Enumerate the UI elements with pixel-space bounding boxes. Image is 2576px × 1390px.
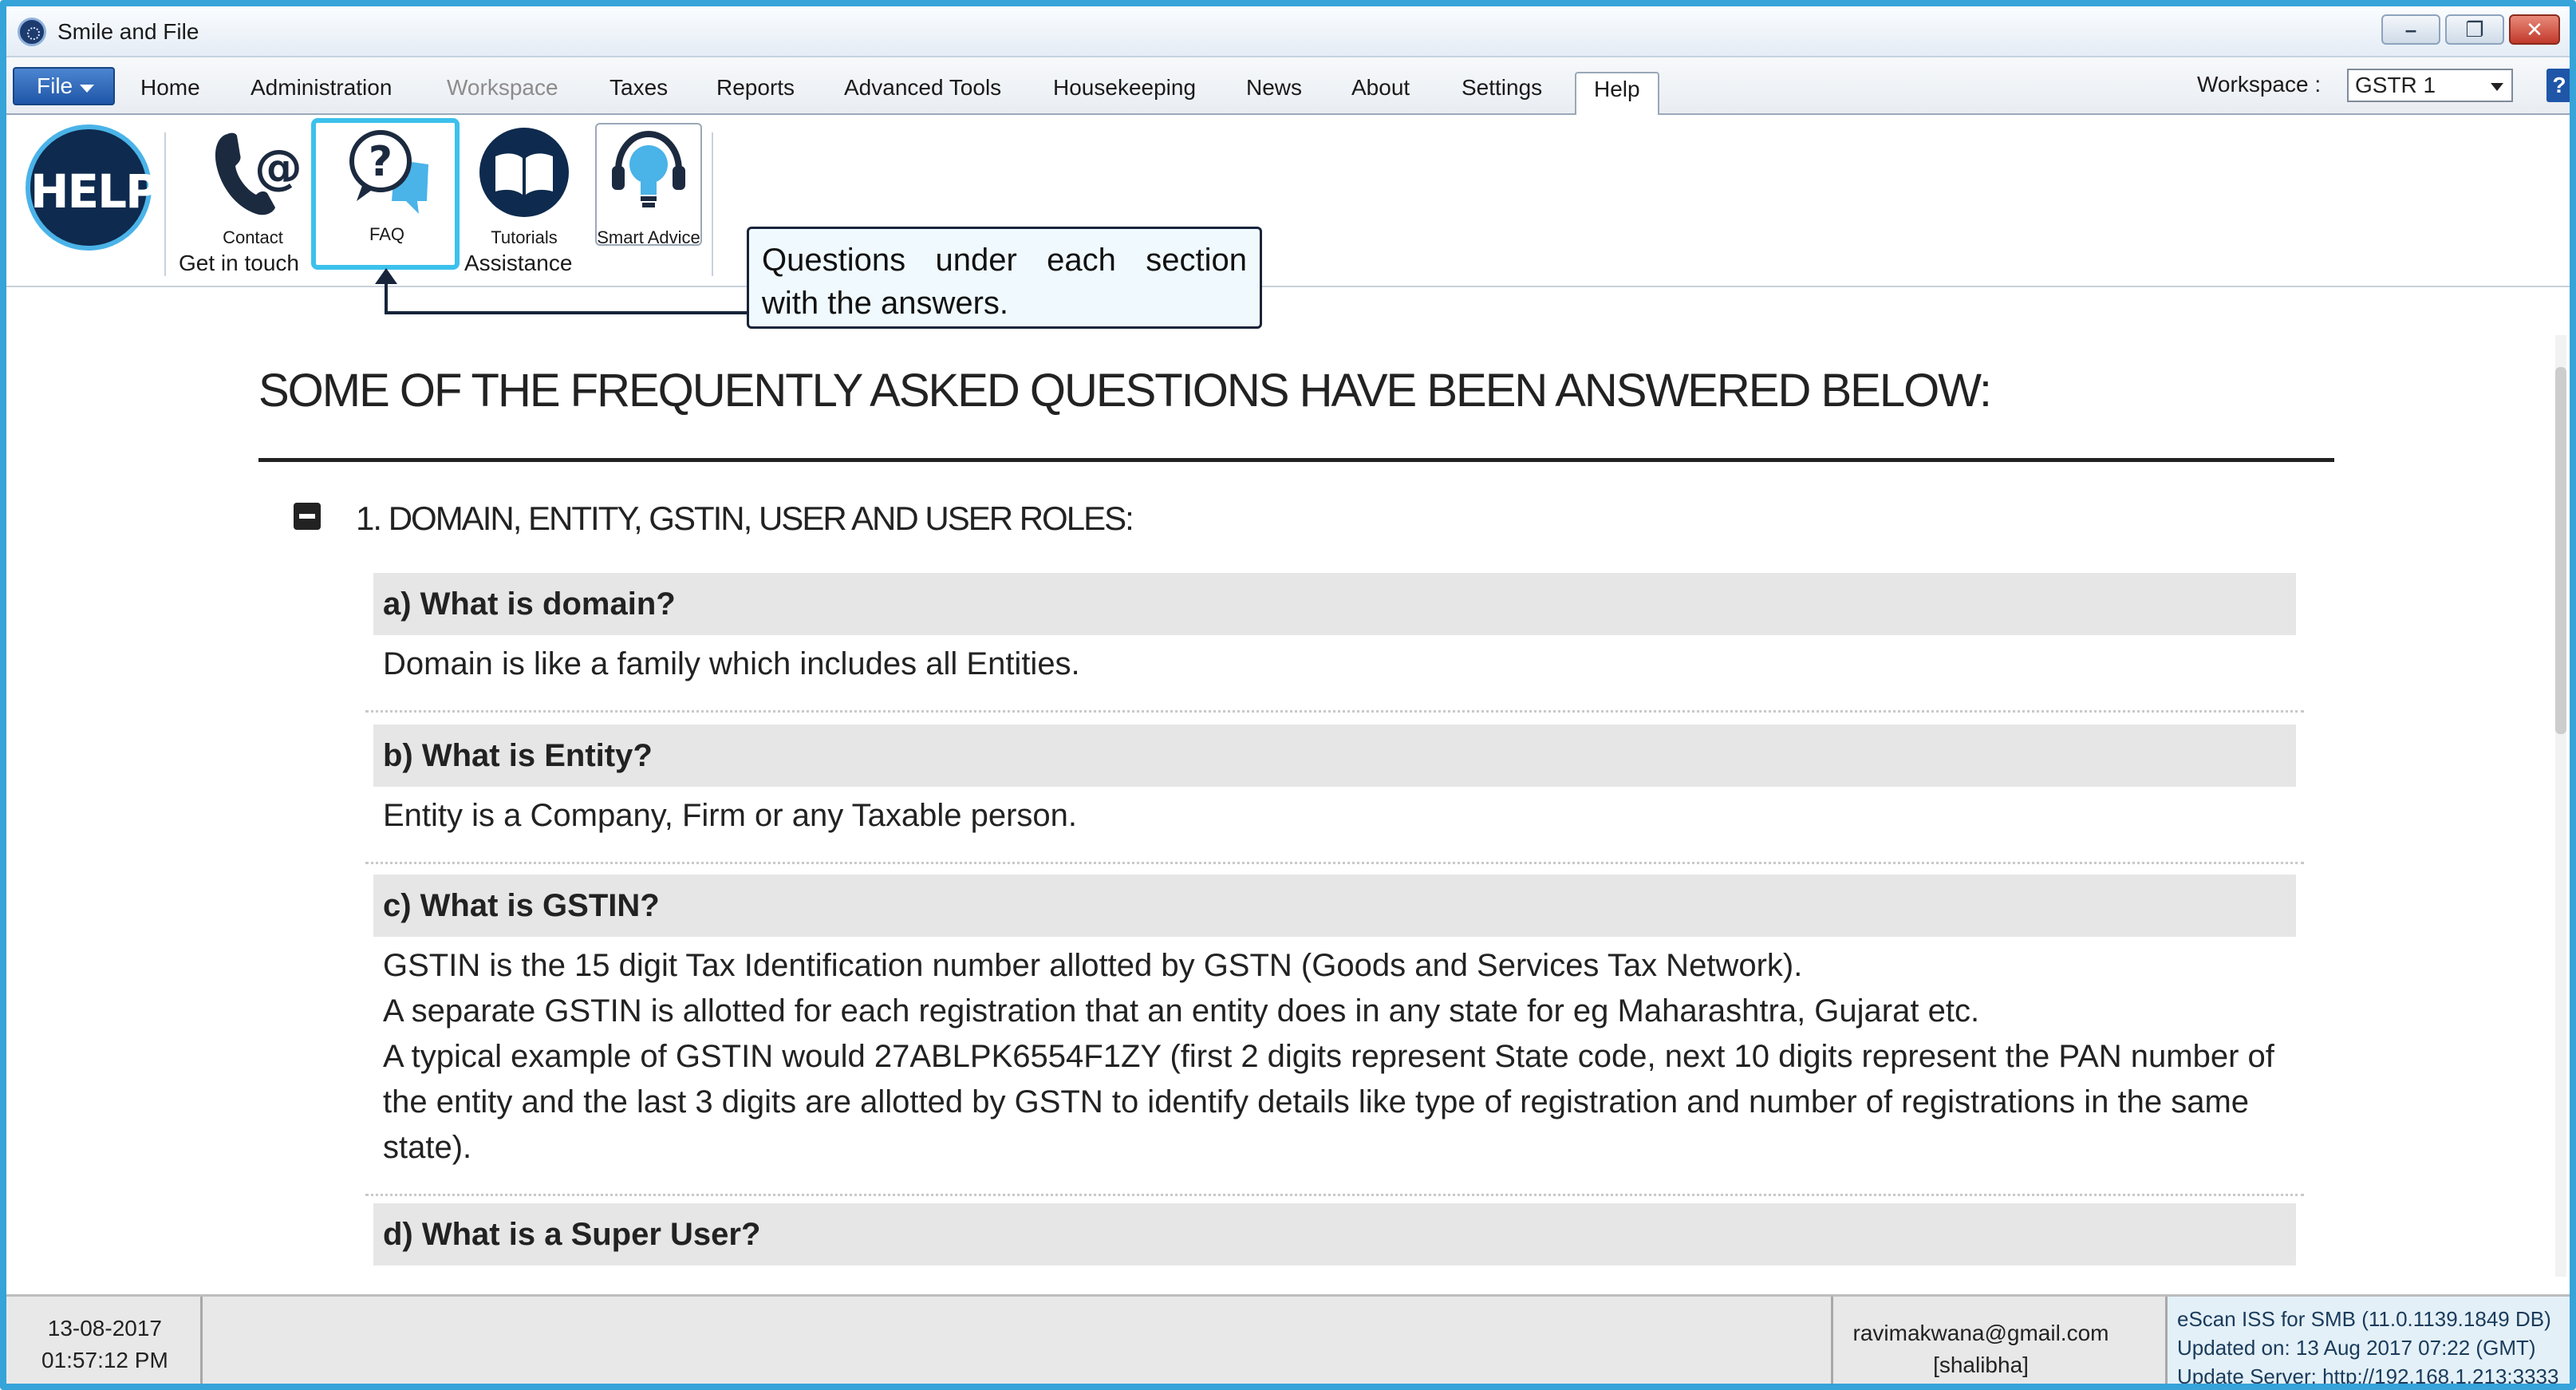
escan-server: Update Server: http://192.168.1.213:3333 [2177,1364,2559,1388]
faq-divider [365,862,2304,864]
smart-advice-tool-button[interactable]: Smart Advice [595,124,702,248]
status-time: 01:57:12 PM [41,1348,168,1372]
page-title: SOME OF THE FREQUENTLY ASKED QUESTIONS H… [258,365,1992,417]
callout-line-2: with the answers. [762,286,1009,321]
status-datetime-cell: 13-08-2017 01:57:12 PM [6,1297,203,1384]
chevron-down-icon [80,85,94,93]
status-escan-info: eScan ISS for SMB (11.0.1139.1849 DB) Up… [2165,1297,2570,1388]
workspace-select[interactable]: GSTR 1 [2347,69,2513,102]
status-date: 13-08-2017 [47,1316,162,1341]
close-icon: ✕ [2526,18,2543,41]
faq-content: SOME OF THE FREQUENTLY ASKED QUESTIONS H… [6,287,2570,1294]
menu-settings[interactable]: Settings [1462,75,1542,101]
faq-answer: GSTIN is the 15 digit Tax Identification… [373,937,2296,1171]
phone-at-icon: @ [215,132,302,215]
menu-bar: File Home Administration Workspace Taxes… [6,57,2570,116]
callout-line-1: Questions under each section [762,243,1247,278]
faq-bubble-icon: ? [349,130,428,214]
faq-item: b) What is Entity? Entity is a Company, … [373,725,2296,839]
smart-advice-tool-label: Smart Advice [597,227,700,247]
minimize-icon: – [2404,18,2417,41]
escan-product: eScan ISS for SMB (11.0.1139.1849 DB) [2177,1307,2551,1331]
contact-tool-label: Contact [223,227,283,247]
help-ribbon: HELP @ Contact ? FAQ Tutorials Smart Adv… [6,115,2570,287]
tutorials-tool-button[interactable]: Tutorials [472,124,576,248]
collapse-section-icon[interactable] [294,503,321,530]
help-question-icon[interactable]: ? [2546,69,2570,102]
faq-tool-label: FAQ [369,224,404,244]
heading-divider [258,458,2334,462]
faq-answer-line: GSTIN is the 15 digit Tax Identification… [383,948,1803,983]
faq-question[interactable]: a) What is domain? [373,573,2296,635]
title-bar: Smile and File – ❐ ✕ [6,6,2570,57]
faq-answer: Domain is like a family which includes a… [383,646,1080,681]
menu-news[interactable]: News [1246,75,1302,101]
status-email: ravimakwana@gmail.com [1852,1321,2109,1345]
status-username: [shalibha] [1933,1352,2029,1377]
ribbon-separator [164,132,166,276]
callout-arrow-line [385,311,748,314]
menu-advanced-tools[interactable]: Advanced Tools [844,75,1001,101]
menu-about[interactable]: About [1351,75,1410,101]
window-controls: – ❐ ✕ [2381,14,2560,45]
app-logo-icon [18,18,46,46]
window-title: Smile and File [57,19,199,44]
file-menu-label: File [37,73,73,98]
svg-text:@: @ [254,140,301,195]
menu-taxes[interactable]: Taxes [609,75,668,101]
faq-answer-line: A separate GSTIN is allotted for each re… [383,993,1980,1029]
faq-answer-line: A typical example of GSTIN would 27ABLPK… [383,1039,2274,1074]
file-menu-button[interactable]: File [13,67,115,105]
faq-tool-button[interactable]: ? FAQ [327,124,447,245]
menu-administration[interactable]: Administration [250,75,392,101]
contact-tool-button[interactable]: @ Contact [193,124,313,248]
faq-divider [365,1194,2304,1196]
menu-home[interactable]: Home [140,75,200,101]
ribbon-separator [712,132,713,276]
faq-question[interactable]: c) What is GSTIN? [373,875,2296,937]
app-window: Smile and File – ❐ ✕ File Home Administr… [0,0,2576,1390]
menu-housekeeping[interactable]: Housekeeping [1053,75,1196,101]
menu-help[interactable]: Help [1575,72,1659,116]
faq-divider [365,710,2304,713]
faq-answer-line: state). [383,1130,472,1165]
menu-workspace[interactable]: Workspace [447,75,558,101]
help-badge-text: HELP [30,164,160,219]
status-datetime: 13-08-2017 01:57:12 PM [41,1313,168,1376]
section-title[interactable]: 1. DOMAIN, ENTITY, GSTIN, USER AND USER … [356,500,1134,538]
faq-item: c) What is GSTIN? GSTIN is the 15 digit … [373,875,2296,1171]
help-badge-icon: HELP [26,124,160,251]
group-label-get-in-touch: Get in touch [179,251,299,275]
faq-answer-line: the entity and the last 3 digits are all… [383,1084,2250,1120]
book-icon [479,128,569,217]
group-label-assistance: Assistance [464,251,573,275]
lightbulb-headset-icon [612,130,685,207]
tutorials-tool-label: Tutorials [491,227,558,247]
faq-callout: Questions under each section with the an… [747,227,1262,329]
status-bar: 13-08-2017 01:57:12 PM ravimakwana@gmail… [6,1294,2570,1388]
faq-question[interactable]: d) What is a Super User? [373,1203,2296,1266]
callout-arrow-head-icon [375,268,397,284]
menu-reports[interactable]: Reports [716,75,795,101]
restore-button[interactable]: ❐ [2445,14,2504,45]
workspace-value: GSTR 1 [2355,73,2436,97]
svg-text:?: ? [369,138,393,186]
faq-question[interactable]: b) What is Entity? [373,725,2296,787]
restore-icon: ❐ [2465,18,2484,41]
minimize-button[interactable]: – [2381,14,2440,45]
faq-item: a) What is domain? Domain is like a fami… [373,573,2296,687]
status-spacer [203,1297,1833,1384]
escan-updated: Updated on: 13 Aug 2017 07:22 (GMT) [2177,1336,2536,1360]
faq-answer: Entity is a Company, Firm or any Taxable… [383,798,1077,833]
scrollbar-thumb[interactable] [2555,367,2566,734]
faq-item: d) What is a Super User? [373,1203,2296,1266]
dropdown-arrow-icon [2491,83,2503,91]
status-user: ravimakwana@gmail.com [shalibha] [1833,1317,2128,1381]
workspace-label: Workspace : [2197,72,2322,97]
close-button[interactable]: ✕ [2509,14,2560,45]
